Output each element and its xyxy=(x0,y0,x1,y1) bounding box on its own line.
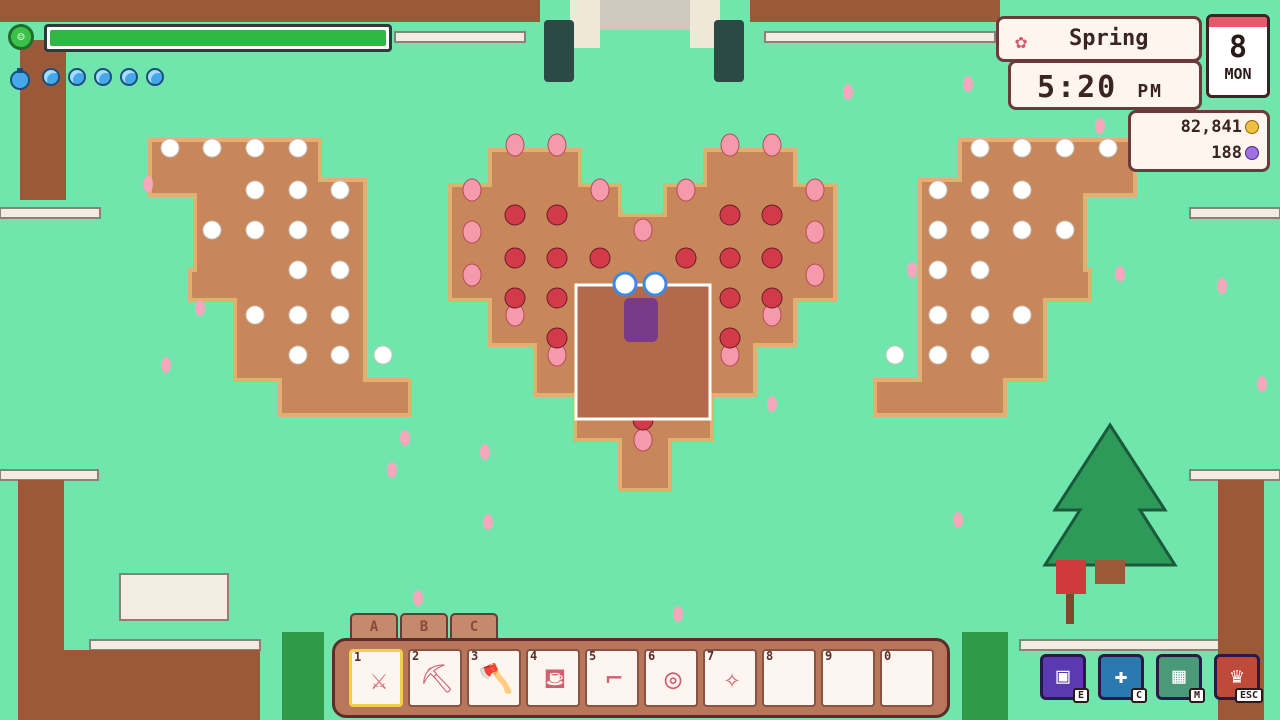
mana-orb xyxy=(42,68,60,86)
menu-key-hint: ESC xyxy=(1234,688,1263,703)
hotbar-slot-4[interactable]: 4 ⛾ xyxy=(526,649,580,707)
calendar-header xyxy=(1209,17,1267,27)
hotbar-slot-5[interactable]: 5 ⌐ xyxy=(585,649,639,707)
hotbar-slot-8[interactable]: 8 xyxy=(762,649,816,707)
mana-orb xyxy=(146,68,164,86)
crafting-menu-button[interactable]: ✚ C xyxy=(1098,654,1147,703)
hotbar-tab-c[interactable]: C xyxy=(450,613,498,639)
menu-key-hint: E xyxy=(1072,688,1089,703)
hotbar-slot-1[interactable]: 1 ⚔ xyxy=(349,649,403,707)
net-icon: ◎ xyxy=(664,662,682,695)
pickaxe-icon: ⛏ xyxy=(419,662,455,695)
hotbar-tabs: A B C xyxy=(350,613,498,641)
inventory-menu-button[interactable]: ▣ E xyxy=(1040,654,1089,703)
mana-orb xyxy=(120,68,138,86)
sword-icon: ⚔ xyxy=(370,663,388,696)
hoe-icon: ⌐ xyxy=(605,662,623,695)
hotbar-slot-2[interactable]: 2 ⛏ xyxy=(408,649,462,707)
hotbar: 1 ⚔ 2 ⛏ 3 🪓 4 ⛾ 5 ⌐ 6 ◎ 7 ✧ 8 9 0 xyxy=(332,638,950,718)
potion-icon xyxy=(10,68,30,90)
mana-orb xyxy=(68,68,86,86)
clock-panel: ✿ Spring 5:20 PM xyxy=(996,16,1208,110)
gold-row: 82,841 xyxy=(1181,117,1259,137)
time-ampm: PM xyxy=(1137,81,1163,102)
slot-number: 0 xyxy=(884,649,892,663)
cherry-blossom-icon: ✿ xyxy=(1015,29,1028,53)
time-label: 5:20 PM xyxy=(1037,70,1163,105)
currency-panel: 82,841 188 xyxy=(1128,110,1270,172)
map-menu-button[interactable]: ▦ M xyxy=(1156,654,1205,703)
season-box: ✿ Spring xyxy=(996,16,1202,62)
calendar-day-of-week: MON xyxy=(1224,65,1252,83)
gold-coin-icon xyxy=(1245,120,1259,134)
mana-meter xyxy=(8,64,164,92)
time-box: 5:20 PM xyxy=(1008,60,1202,110)
health-meter: ☺ xyxy=(8,22,392,54)
hotbar-slot-7[interactable]: 7 ✧ xyxy=(703,649,757,707)
hotbar-tab-b[interactable]: B xyxy=(400,613,448,639)
axe-icon: 🪓 xyxy=(478,662,514,695)
hotbar-slot-6[interactable]: 6 ◎ xyxy=(644,649,698,707)
watering-can-icon: ⛾ xyxy=(543,662,567,695)
wand-icon: ✧ xyxy=(723,662,741,695)
health-bar xyxy=(44,24,392,52)
season-label: Spring xyxy=(1069,26,1149,51)
slot-number: 8 xyxy=(766,649,774,663)
hotbar-slot-0[interactable]: 0 xyxy=(880,649,934,707)
calendar-widget: 8 MON xyxy=(1206,14,1270,98)
mana-orb xyxy=(94,68,112,86)
calendar-day-number: 8 xyxy=(1228,30,1248,65)
menu-key-hint: M xyxy=(1188,688,1205,703)
hotbar-tab-a[interactable]: A xyxy=(350,613,398,639)
menu-key-hint: C xyxy=(1130,688,1147,703)
gold-amount: 82,841 xyxy=(1180,117,1242,137)
gem-row: 188 xyxy=(1211,143,1259,163)
time-value: 5:20 xyxy=(1037,70,1118,105)
hotbar-slot-3[interactable]: 3 🪓 xyxy=(467,649,521,707)
health-bar-fill xyxy=(50,30,386,46)
health-icon: ☺ xyxy=(8,24,34,50)
gem-amount: 188 xyxy=(1211,143,1242,163)
hotbar-slot-9[interactable]: 9 xyxy=(821,649,875,707)
slot-number: 9 xyxy=(825,649,833,663)
main-menu-button[interactable]: ♛ ESC xyxy=(1214,654,1263,703)
gem-icon xyxy=(1245,146,1259,160)
